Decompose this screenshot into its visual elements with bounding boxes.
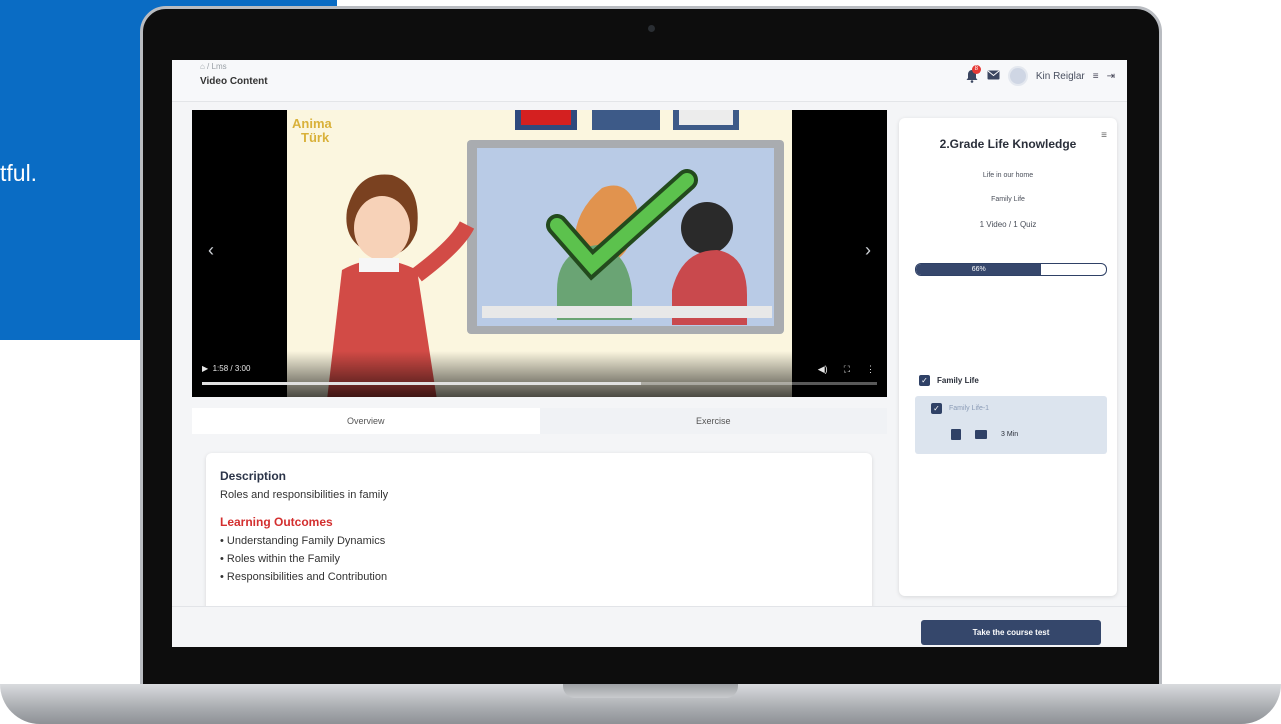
video-right-controls: ◀) ⛶ ⋮	[818, 364, 875, 375]
video-progress-track[interactable]	[202, 382, 877, 385]
camera-icon	[648, 25, 655, 32]
play-icon[interactable]: ▶	[202, 364, 213, 373]
fullscreen-icon[interactable]: ⛶	[844, 364, 850, 375]
learning-outcomes-heading: Learning Outcomes	[220, 515, 333, 529]
page-title: Video Content	[200, 76, 268, 87]
bell-icon[interactable]: 8	[965, 65, 981, 83]
course-title: 2.Grade Life Knowledge	[939, 137, 1077, 151]
menu-collapse-icon[interactable]: ≡	[1093, 71, 1099, 82]
volume-icon[interactable]: ◀)	[818, 364, 828, 375]
mail-icon[interactable]	[987, 70, 1000, 83]
list-item[interactable]	[915, 396, 1107, 454]
item-duration: 3 Min	[1001, 431, 1019, 438]
video-time-display: ▶ 1:58 / 3:00	[202, 364, 250, 373]
course-counts: 1 Video / 1 Quiz	[979, 220, 1037, 229]
video-controls: ▶ 1:58 / 3:00 ◀) ⛶ ⋮	[192, 351, 887, 397]
logo-line-2: Türk	[301, 130, 330, 145]
laptop-notch	[563, 684, 738, 698]
stage: tful. ⌂ / Lms Video Content 8 Kin Reigla…	[0, 0, 1281, 724]
section-title[interactable]: Family Life	[937, 376, 979, 385]
video-time: 1:58 / 3:00	[212, 364, 251, 373]
list-item: • Responsibilities and Contribution	[220, 571, 388, 583]
clipboard-icon	[951, 429, 961, 440]
take-course-test-button[interactable]: Take the course test	[921, 620, 1101, 645]
section-checkbox[interactable]: ✓	[919, 375, 930, 386]
video-progress-played	[202, 382, 641, 385]
marketing-text: tful.	[0, 160, 38, 186]
top-bar-actions: 8 Kin Reiglar ≡ ⇥	[965, 65, 1115, 86]
tab-exercise[interactable]: Exercise	[539, 408, 887, 434]
item-title[interactable]: Family Life-1	[949, 405, 989, 412]
screen: ⌂ / Lms Video Content 8 Kin Reiglar ≡ ⇥	[172, 60, 1127, 647]
breadcrumb[interactable]: ⌂ / Lms	[200, 62, 227, 71]
course-panel: ≡ 2.Grade Life Knowledge Life in our hom…	[899, 118, 1117, 645]
top-bar: ⌂ / Lms Video Content 8 Kin Reiglar ≡ ⇥	[172, 60, 1127, 102]
learning-outcomes-list: • Understanding Family Dynamics • Roles …	[220, 535, 858, 583]
video-player[interactable]: Anima Türk ‹ › ▶ 1:58 / 3:00 ◀) ⛶ ⋮	[192, 110, 887, 397]
item-checkbox[interactable]: ✓	[931, 403, 942, 414]
course-progress-fill: 66%	[916, 264, 1042, 275]
course-progress-bar: 66%	[915, 263, 1107, 276]
more-options-icon[interactable]: ⋮	[866, 364, 875, 375]
content-tabs: Overview Exercise	[192, 408, 887, 434]
user-name[interactable]: Kin Reiglar	[1036, 71, 1085, 82]
course-unit: Life in our home	[982, 172, 1034, 179]
tab-overview[interactable]: Overview	[192, 408, 540, 434]
list-item: • Roles within the Family	[220, 553, 341, 565]
description-heading: Description	[220, 469, 287, 483]
course-topic: Family Life	[991, 196, 1025, 203]
logo-line-1: Anima	[292, 116, 333, 131]
description-text: Roles and responsibilities in family	[220, 489, 389, 501]
item-meta: 3 Min	[951, 429, 1018, 440]
notification-badge: 8	[971, 65, 981, 74]
list-item: • Understanding Family Dynamics	[220, 535, 386, 547]
video-icon	[975, 430, 987, 439]
next-slide-icon[interactable]: ›	[865, 240, 871, 261]
logout-icon[interactable]: ⇥	[1107, 71, 1115, 82]
avatar[interactable]	[1007, 66, 1028, 86]
animation-logo: Anima Türk	[292, 116, 333, 145]
prev-slide-icon[interactable]: ‹	[208, 240, 214, 261]
